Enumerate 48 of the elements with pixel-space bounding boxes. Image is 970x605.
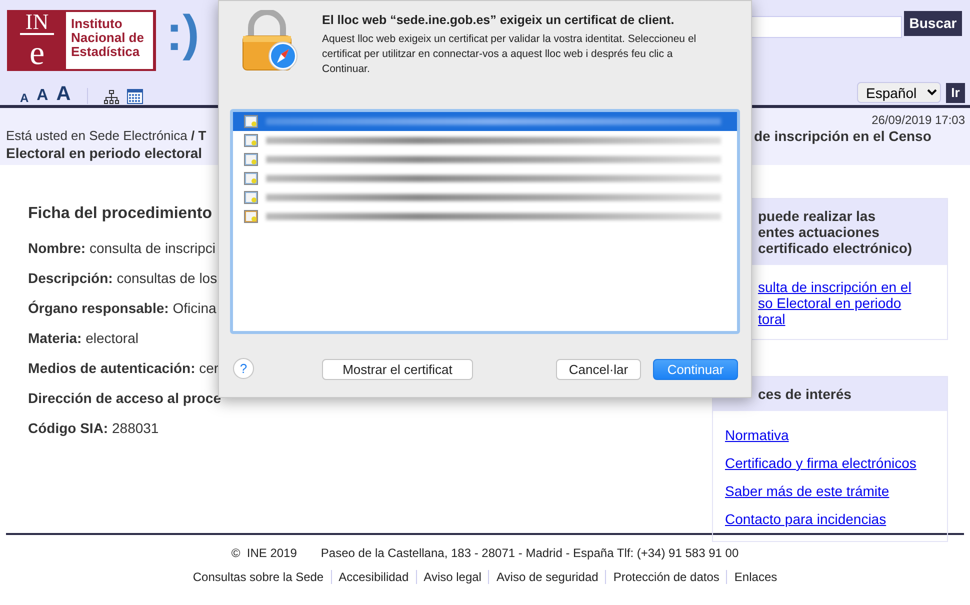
- sitemap-icon[interactable]: [104, 90, 119, 104]
- breadcrumb: Está usted en Sede Electrónica / T: [6, 127, 206, 145]
- procedure-link[interactable]: sulta de inscripción en el: [758, 279, 937, 295]
- logo[interactable]: IN e Instituto Nacional de Estadística: [7, 10, 156, 71]
- footer-link[interactable]: Enlaces: [726, 570, 784, 584]
- cancel-button[interactable]: Cancel·lar: [556, 359, 641, 380]
- field-text: Dirección de acceso al proce: [28, 390, 221, 406]
- field-text: Medios de autenticación: cer: [28, 360, 219, 376]
- procedure-link[interactable]: so Electoral en periodo: [758, 295, 937, 311]
- dialog-title: El lloc web “sede.ine.gob.es” exigeix un certificat de client.: [322, 12, 674, 29]
- related-link[interactable]: Saber más de este trámite: [725, 481, 937, 502]
- field-text: Órgano responsable: Oficina: [28, 300, 216, 316]
- field-text: Código SIA: 288031: [28, 420, 159, 436]
- breadcrumb-text: de inscripción en el Censo: [754, 127, 932, 146]
- font-size-button[interactable]: A: [20, 92, 29, 104]
- procedure-link[interactable]: toral: [758, 311, 937, 327]
- section-title: Ficha del procedimiento: [28, 204, 212, 224]
- smiley-logo: :): [166, 8, 200, 58]
- search-button[interactable]: Buscar: [904, 11, 962, 36]
- related-link[interactable]: Contacto para incidencias: [725, 509, 937, 530]
- field-text: Descripción: consultas de los: [28, 270, 218, 286]
- help-button[interactable]: ?: [233, 358, 254, 379]
- certificate-row[interactable]: [233, 112, 737, 131]
- related-link[interactable]: Normativa: [725, 425, 937, 446]
- footer-link[interactable]: Protección de datos: [605, 570, 726, 584]
- address-text: Paseo de la Castellana, 183 - 28071 - Madrid - España Tlf: (+34) 91 583 91 00: [320, 546, 739, 560]
- breadcrumb-text: Electoral en periodo electoral: [6, 144, 202, 163]
- logo-name-text: Nacional de: [71, 31, 145, 45]
- related-link[interactable]: Certificado y firma electrónicos: [725, 453, 937, 474]
- dialog-message: Aquest lloc web exigeix un certificat per validar la vostra identitat. Seleccioneu el certificat per utilitzar en connectar-vos a aquest lloc web i després feu clic a Continuar.: [322, 32, 698, 77]
- logo-mark-text: e: [28, 36, 46, 70]
- logo-name-text: Estadística: [71, 45, 141, 59]
- show-certificate-button[interactable]: Mostrar el certificat: [322, 359, 473, 380]
- font-size-button[interactable]: A: [36, 88, 48, 104]
- logo-name-text: Instituto: [71, 17, 124, 31]
- font-size-button[interactable]: A: [56, 84, 71, 104]
- copyright-text: © INE 2019: [231, 546, 297, 560]
- calendar-icon[interactable]: [126, 89, 143, 104]
- language-select[interactable]: Español: [857, 82, 941, 103]
- go-button[interactable]: Ir: [946, 83, 965, 103]
- field-text: Nombre: consulta de inscripci: [28, 240, 216, 256]
- footer-link[interactable]: Accesibilidad: [330, 570, 416, 584]
- footer-link[interactable]: Aviso legal: [416, 570, 488, 584]
- footer-link[interactable]: Consultas sobre la Sede: [186, 570, 331, 584]
- date-time: 26/09/2019 17:03: [872, 112, 965, 129]
- logo-mark-text: IN: [20, 10, 54, 34]
- field-text: Materia: electoral: [28, 330, 138, 346]
- footer-link[interactable]: Aviso de seguridad: [488, 570, 606, 584]
